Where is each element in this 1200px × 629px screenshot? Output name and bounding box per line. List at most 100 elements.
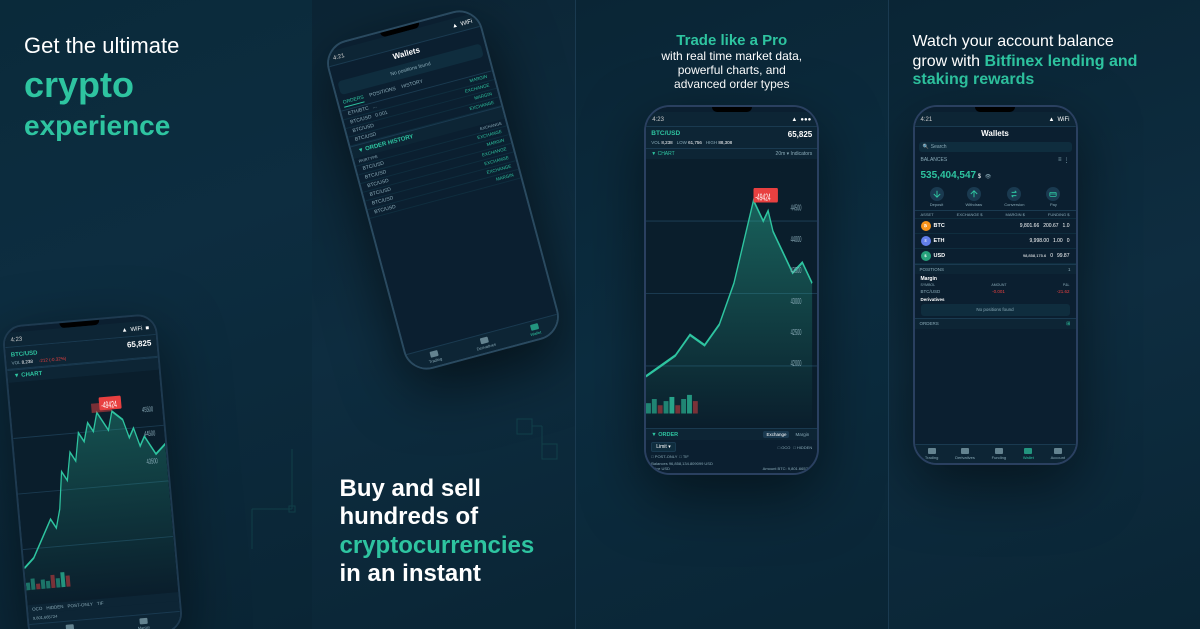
svg-text:43500: 43500 [791, 266, 802, 275]
phone4-conversion-btn[interactable]: Conversion [1004, 187, 1024, 207]
nav2-derivatives: Derivatives [474, 335, 496, 352]
phone2-screen: 4:21 ▲WiFi Wallets No positions found OR… [324, 8, 562, 373]
phone4-screen: 4:21 ▲WiFi Wallets 🔍 Search BALANCES ≡ ⋮ [915, 107, 1076, 463]
panel2-line4: in an instant [340, 560, 548, 589]
orders-label: ORDERS [920, 321, 939, 327]
phone4-eth-row: Ξ ETH 9,998.00 1.00 0 [915, 234, 1076, 249]
position-pair: BTC/USD [921, 289, 941, 294]
panel4-line1: Watch your account balance [913, 32, 1138, 53]
nav2-trading: Trading [427, 349, 443, 364]
panel2-text-block: Buy and sell hundreds of cryptocurrencie… [340, 475, 548, 589]
btc-funding: 1.0 [1063, 223, 1070, 229]
eth-icon: Ξ [921, 236, 931, 246]
phone1-icons: ▲WiFi■ [121, 326, 149, 334]
panel-1: Get the ultimate crypto experience 4:23 … [0, 0, 312, 629]
panel1-headline3: experience [24, 108, 170, 144]
usd-name: USD [934, 253, 1023, 259]
circuit-decoration-2 [507, 409, 567, 469]
phone-mockup-4: 4:21 ▲WiFi Wallets 🔍 Search BALANCES ≡ ⋮ [913, 105, 1078, 465]
phone4-search[interactable]: 🔍 Search [919, 142, 1072, 152]
eth-funding: 0 [1067, 238, 1070, 244]
panel3-line1: Trade like a Pro [661, 32, 802, 49]
phone4-withdraw-btn[interactable]: Withdraw [966, 187, 983, 207]
search-icon: 🔍 [923, 144, 929, 150]
nav4-funding: Funding [992, 448, 1006, 460]
phone4-balance-amount-section: 535,404,547 $ 👁 [915, 167, 1076, 184]
phone3-time: 4:23 [652, 117, 664, 123]
panel1-headline1: Get the ultimate [24, 32, 179, 61]
nav4-wallet: Wallet [1023, 448, 1034, 460]
phone-mockup-3: 4:23 ▲●●● BTC/USD 65,825 VOL 8,238 LOW 6… [644, 105, 819, 475]
btc-icon: ₿ [921, 221, 931, 231]
positions-col-header: SYMBOLAMOUNTP&L [921, 283, 1070, 287]
phone4-search-placeholder: Search [931, 144, 947, 150]
phone1-chart-block: -49424 45500 44500 43500 [8, 370, 178, 605]
panel3-line4: advanced order types [661, 77, 802, 91]
panel2-line1: Buy and sell [340, 475, 548, 504]
svg-text:42500: 42500 [791, 328, 802, 337]
usd-exchange: 98,858,175.6 [1023, 253, 1046, 258]
phone1-pair: BTC/USD [11, 350, 38, 358]
phone4-btc-row: ₿ BTC 9,801.66 200.67 1.0 [915, 219, 1076, 234]
phone4-balance-currency: $ [978, 174, 981, 180]
phone4-balances-header: BALANCES ≡ ⋮ [915, 154, 1076, 167]
phone4-orders-header: ORDERS ⊞ [915, 318, 1076, 329]
phone4-pay-btn[interactable]: Pay [1046, 187, 1060, 207]
phone2-time: 4:21 [333, 53, 346, 62]
nav-exchange: Exchange [61, 624, 80, 629]
phone4-withdraw-label: Withdraw [966, 202, 983, 207]
phone4-deposit-btn[interactable]: Deposit [930, 187, 944, 207]
btc-exchange: 9,801.66 [1020, 223, 1039, 229]
panel-4: Watch your account balance grow with Bit… [889, 0, 1200, 629]
svg-text:44000: 44000 [791, 235, 802, 244]
phone4-positions-section: Margin SYMBOLAMOUNTP&L BTC/USD -0.001 -2… [915, 274, 1076, 318]
panel-3: Trade like a Pro with real time market d… [575, 0, 889, 629]
phone4-pay-label: Pay [1050, 202, 1057, 207]
svg-text:42000: 42000 [791, 360, 802, 369]
phone3-chart-block: -49424 44500 44000 43500 43000 [646, 159, 817, 428]
phone3-order-form: Limit ▾ □ OCO □ HIDDEN □ POST-ONLY □ TIF… [646, 440, 817, 473]
usd-icon: $ [921, 251, 931, 261]
panel1-headline2: crypto [24, 65, 134, 105]
panel4-text: Watch your account balance grow with Bit… [913, 32, 1138, 89]
btc-name: BTC [934, 223, 1020, 229]
eth-name: ETH [934, 238, 1030, 244]
phone4-balance-value: 535,404,547 [921, 170, 977, 181]
position-amount: -0.001 [992, 289, 1005, 294]
phone1-screen: 4:23 ▲WiFi■ BTC/USD 65,825 VOL 8,238 -21… [4, 315, 182, 629]
phone3-price: 65,825 [788, 130, 812, 139]
phone1-chart-svg: -49424 45500 44500 43500 [8, 370, 178, 605]
phone3-status-icons: ▲●●● [791, 117, 811, 123]
nav2-wallet: Wallet [528, 323, 542, 337]
positions-label: POSITIONS [920, 267, 945, 272]
panel3-line3: powerful charts, and [661, 63, 802, 77]
phone4-bottom-nav: Trading Derivatives Funding Wallet Accou… [915, 444, 1076, 463]
phone1-change: -212 (-0.32%) [39, 356, 67, 363]
phone3-pair-header: BTC/USD 65,825 VOL 8,238 LOW 61,756 HIGH… [646, 127, 817, 148]
phone4-status-icons: ▲WiFi [1049, 117, 1070, 123]
eth-exchange: 9,998.00 [1030, 238, 1049, 244]
phone4-conversion-label: Conversion [1004, 202, 1024, 207]
phone4-positions-header: POSITIONS 1 [915, 264, 1076, 274]
panel4-line4: staking rewards [913, 71, 1138, 89]
phone4-title: Wallets [915, 127, 1076, 140]
phone-mockup-1: 4:23 ▲WiFi■ BTC/USD 65,825 VOL 8,238 -21… [1, 313, 183, 629]
phone3-screen: 4:23 ▲●●● BTC/USD 65,825 VOL 8,238 LOW 6… [646, 107, 817, 473]
phone3-order-header: ▼ ORDER Exchange Margin [646, 428, 817, 440]
svg-text:44500: 44500 [144, 430, 156, 438]
nav4-trading: Trading [925, 448, 938, 460]
usd-funding: 99.87 [1057, 253, 1070, 259]
phone3-chart-label: ▼ CHART 20m ▾ Indicators [646, 148, 817, 159]
svg-text:43000: 43000 [791, 297, 802, 306]
phone4-no-positions: No positions found [921, 304, 1070, 316]
panel4-bitfinex: Bitfinex lending and [985, 53, 1138, 70]
phone3-chart-svg: -49424 44500 44000 43500 43000 [646, 159, 817, 428]
phone4-eye-icon: 👁 [985, 174, 991, 180]
phone1-vol: VOL 8,238 [11, 359, 33, 366]
phone4-filter-icon: ⊞ [1066, 321, 1070, 327]
phone4-deposit-label: Deposit [930, 202, 944, 207]
phone4-margin-label: Margin [921, 276, 1070, 282]
phone1-time: 4:23 [10, 337, 22, 344]
phone4-btcusd-position: BTC/USD -0.001 -21.62 [921, 288, 1070, 295]
phone-mockup-2: 4:21 ▲WiFi Wallets No positions found OR… [322, 5, 565, 375]
